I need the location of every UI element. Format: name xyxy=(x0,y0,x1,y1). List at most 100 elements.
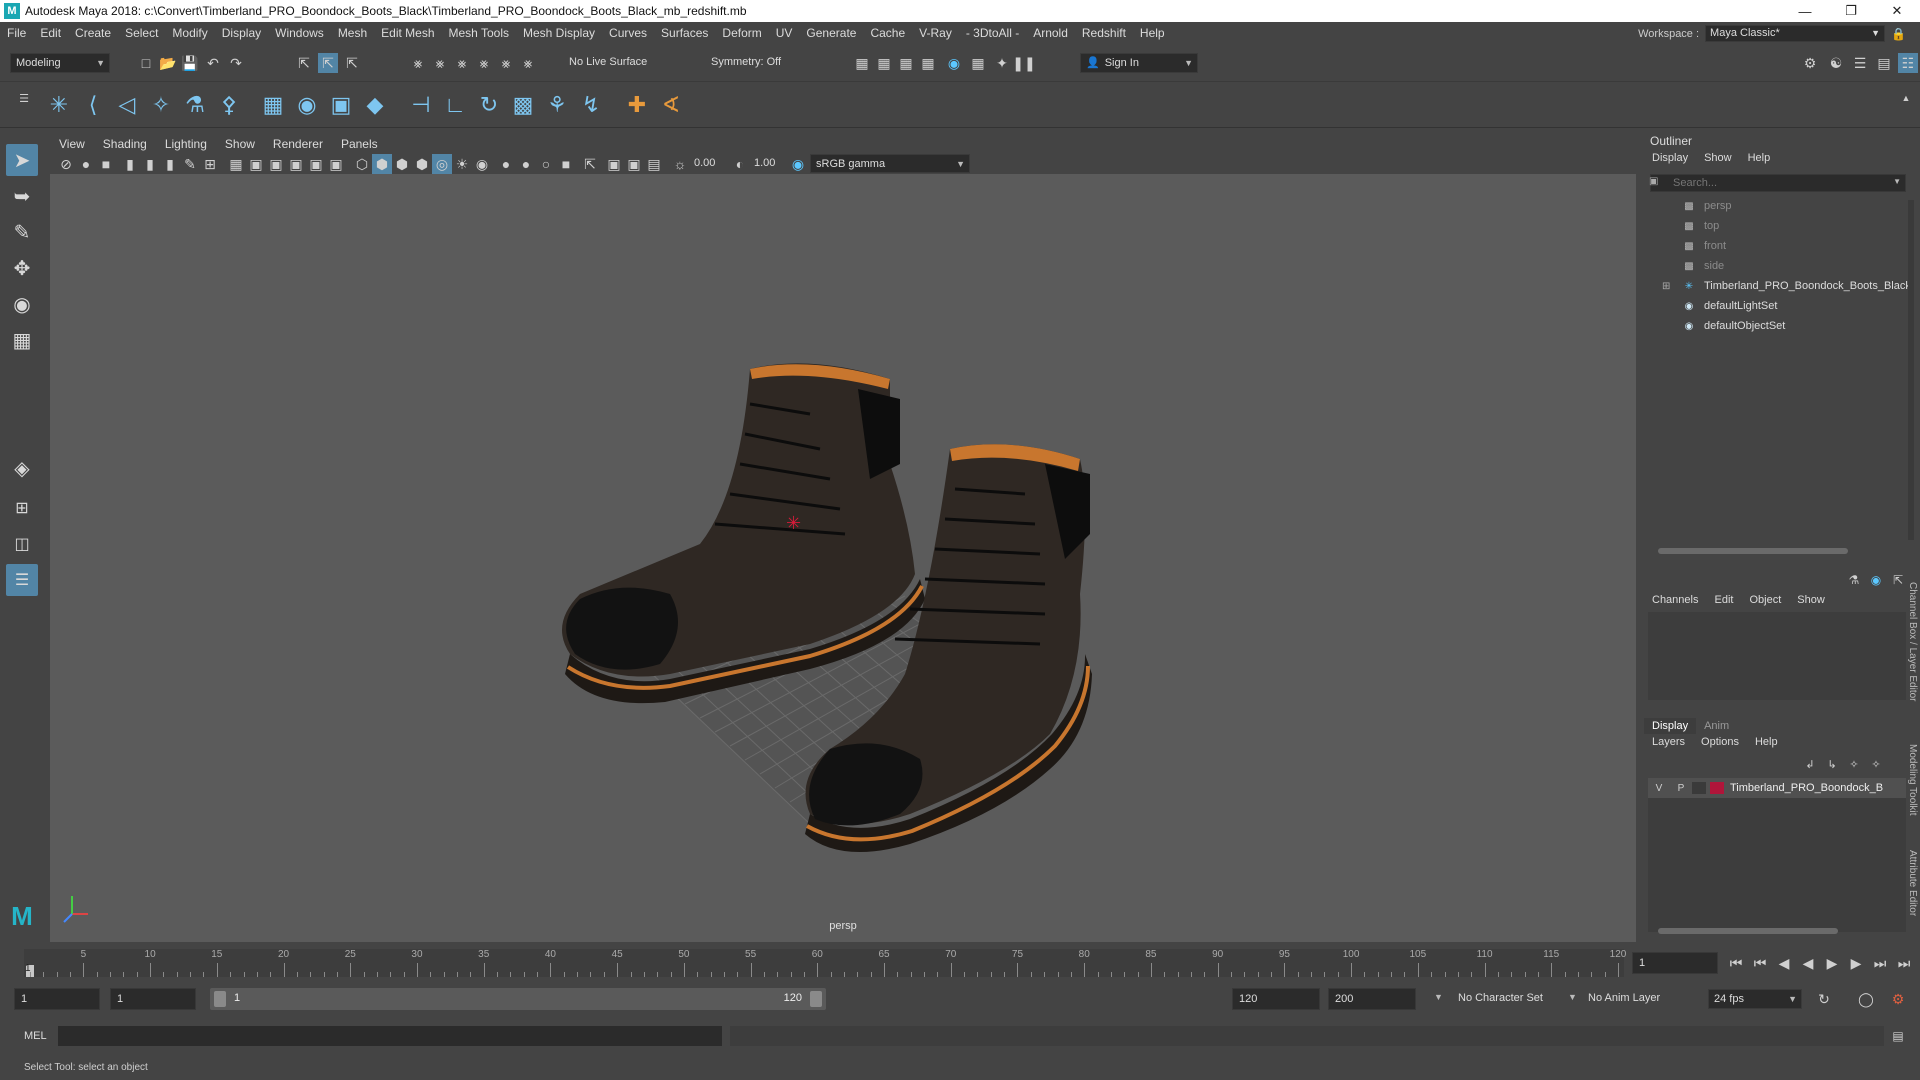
layer-menu-help[interactable]: Help xyxy=(1747,736,1786,748)
character-set-label[interactable]: No Character Set xyxy=(1458,992,1543,1004)
time-slider[interactable]: 1 5 10 15 20 25 30 35 40 45 50 55 60 65 70 75 80 85 90 95 1… xyxy=(0,945,1920,979)
tab-anim[interactable]: Anim xyxy=(1696,718,1737,734)
channel-icon-1[interactable]: ⚗ xyxy=(1844,570,1864,590)
single-perspective-icon[interactable]: ◈ xyxy=(6,452,38,484)
step-forward-frame-icon[interactable]: ▶ xyxy=(1846,953,1866,973)
orient-constraint-icon[interactable]: ∟ xyxy=(440,90,470,120)
wireframe-icon[interactable]: ▦ xyxy=(226,154,246,174)
outliner-menu-display[interactable]: Display xyxy=(1644,152,1696,164)
wireframe-shading-icon[interactable]: ⬡ xyxy=(352,154,372,174)
bookmarks-icon[interactable]: ■ xyxy=(96,154,116,174)
menu-file[interactable]: File xyxy=(0,26,33,40)
camera-pan-icon[interactable]: ▮ xyxy=(140,154,160,174)
side-tab-channel-box[interactable]: Channel Box / Layer Editor xyxy=(1907,582,1918,702)
menu-deform[interactable]: Deform xyxy=(715,26,768,40)
ipr-render-icon[interactable]: ▦ xyxy=(896,53,916,73)
layer-visibility-toggle[interactable]: V xyxy=(1648,783,1670,794)
auto-key-icon[interactable]: ◯ xyxy=(1856,989,1876,1009)
new-layer-selected-icon[interactable]: ✧ xyxy=(1866,754,1886,774)
menu-surfaces[interactable]: Surfaces xyxy=(654,26,715,40)
vray-icon[interactable]: ✦ xyxy=(992,53,1012,73)
symmetry-field[interactable]: Symmetry: Off xyxy=(706,53,806,73)
snap-view-icon[interactable]: ⨳ xyxy=(474,53,494,73)
snap-grid-icon[interactable]: ⨳ xyxy=(408,53,428,73)
menu-uv[interactable]: UV xyxy=(769,26,800,40)
isolate-select-icon[interactable]: ⇱ xyxy=(580,154,600,174)
mode-dropdown[interactable]: Modeling ▼ xyxy=(10,53,110,73)
go-to-end-icon[interactable]: ⏭ xyxy=(1894,953,1914,973)
cluster-icon[interactable]: ◆ xyxy=(360,90,390,120)
menu-windows[interactable]: Windows xyxy=(268,26,331,40)
skeleton-icon[interactable]: ⚗ xyxy=(180,90,210,120)
smooth-shading-icon[interactable]: ⬢ xyxy=(372,154,392,174)
point-constraint-icon[interactable]: ⊣ xyxy=(406,90,436,120)
select-object-icon[interactable]: ⇱ xyxy=(318,53,338,73)
menu-arnold[interactable]: Arnold xyxy=(1026,26,1075,40)
layer-hscrollbar[interactable] xyxy=(1658,928,1838,934)
rotate-tool-icon[interactable]: ◉ xyxy=(6,288,38,320)
menu-select[interactable]: Select xyxy=(118,26,165,40)
menu-v-ray[interactable]: V-Ray xyxy=(912,26,959,40)
parent-constraint-icon[interactable]: ⚘ xyxy=(542,90,572,120)
channel-menu-channels[interactable]: Channels xyxy=(1644,594,1706,606)
menu-modify[interactable]: Modify xyxy=(165,26,214,40)
aim-constraint-icon[interactable]: ↻ xyxy=(474,90,504,120)
save-scene-icon[interactable]: 💾 xyxy=(180,53,200,73)
menu-edit-mesh[interactable]: Edit Mesh xyxy=(374,26,441,40)
menu-mesh[interactable]: Mesh xyxy=(331,26,374,40)
exposure-value[interactable]: 0.00 xyxy=(694,157,715,169)
anim-layer-chevron-icon[interactable]: ▼ xyxy=(1568,992,1577,1002)
outliner-search-input[interactable] xyxy=(1673,176,1883,190)
menu-mesh-display[interactable]: Mesh Display xyxy=(516,26,602,40)
outliner-hscrollbar[interactable] xyxy=(1648,548,1906,556)
grease-pencil-icon[interactable]: ✎ xyxy=(180,154,200,174)
viewport-menu-view[interactable]: View xyxy=(50,137,94,151)
transform-constraint-icon[interactable]: ✳ xyxy=(44,90,74,120)
close-icon[interactable]: ✕ xyxy=(1874,0,1920,22)
expand-icon[interactable]: ⊞ xyxy=(1662,281,1670,292)
layer-move-up-icon[interactable]: ↲ xyxy=(1800,754,1820,774)
outliner-vscrollbar[interactable] xyxy=(1908,200,1914,540)
modeling-toolkit-icon[interactable]: ⚙ xyxy=(1800,53,1820,73)
step-back-frame-icon[interactable]: ◀ xyxy=(1774,953,1794,973)
snap-point-icon[interactable]: ⨳ xyxy=(452,53,472,73)
select-tool-icon[interactable]: ➤ xyxy=(6,144,38,176)
new-scene-icon[interactable]: □ xyxy=(136,53,156,73)
render-frame-icon[interactable]: ▦ xyxy=(852,53,872,73)
safe-title-icon[interactable]: ▣ xyxy=(326,154,346,174)
loop-icon[interactable]: ↻ xyxy=(1814,989,1834,1009)
ik-handle-icon[interactable]: ◁ xyxy=(112,90,142,120)
snap-surface-icon[interactable]: ⨳ xyxy=(496,53,516,73)
viewport-menu-shading[interactable]: Shading xyxy=(94,137,156,151)
xray-active-icon[interactable]: ▣ xyxy=(624,154,644,174)
outliner-item-defaultobjectset[interactable]: ◉ defaultObjectSet xyxy=(1682,316,1786,336)
menu-3dtoall[interactable]: - 3DtoAll - xyxy=(959,26,1026,40)
menu-help[interactable]: Help xyxy=(1133,26,1172,40)
viewport-menu-show[interactable]: Show xyxy=(216,137,264,151)
maximize-icon[interactable]: ❐ xyxy=(1828,0,1874,22)
search-filter-icon[interactable]: ▣ xyxy=(1649,176,1658,187)
command-input[interactable] xyxy=(58,1026,722,1046)
locator-icon[interactable]: ✚ xyxy=(622,90,652,120)
play-backward-icon[interactable]: ◀ xyxy=(1798,953,1818,973)
layer-menu-options[interactable]: Options xyxy=(1693,736,1747,748)
2d-pan-icon[interactable]: ▮ xyxy=(160,154,180,174)
animation-end-field[interactable]: 200 xyxy=(1328,988,1416,1010)
paint-weights-icon[interactable]: ◉ xyxy=(292,90,322,120)
exposure-icon[interactable]: ☼ xyxy=(670,154,690,174)
character-icon[interactable]: ⚴ xyxy=(214,90,244,120)
four-view-icon[interactable]: ⊞ xyxy=(6,492,38,524)
lattice-icon[interactable]: ▣ xyxy=(326,90,356,120)
shelf-menu-icon[interactable]: ☰ xyxy=(14,88,34,108)
viewport-menu-panels[interactable]: Panels xyxy=(332,137,387,151)
safe-action-icon[interactable]: ▣ xyxy=(306,154,326,174)
viewport-menu-lighting[interactable]: Lighting xyxy=(156,137,216,151)
layer-move-down-icon[interactable]: ↳ xyxy=(1822,754,1842,774)
viewport-menu-renderer[interactable]: Renderer xyxy=(264,137,332,151)
channel-box-icon[interactable]: ☷ xyxy=(1898,53,1918,73)
wireframe-on-shaded-icon[interactable]: ⬢ xyxy=(392,154,412,174)
grid-toggle-icon[interactable]: ⊞ xyxy=(200,154,220,174)
gate-mask-icon[interactable]: ▣ xyxy=(266,154,286,174)
layer-row[interactable]: V P Timberland_PRO_Boondock_B xyxy=(1648,778,1906,798)
field-chart-icon[interactable]: ▣ xyxy=(286,154,306,174)
